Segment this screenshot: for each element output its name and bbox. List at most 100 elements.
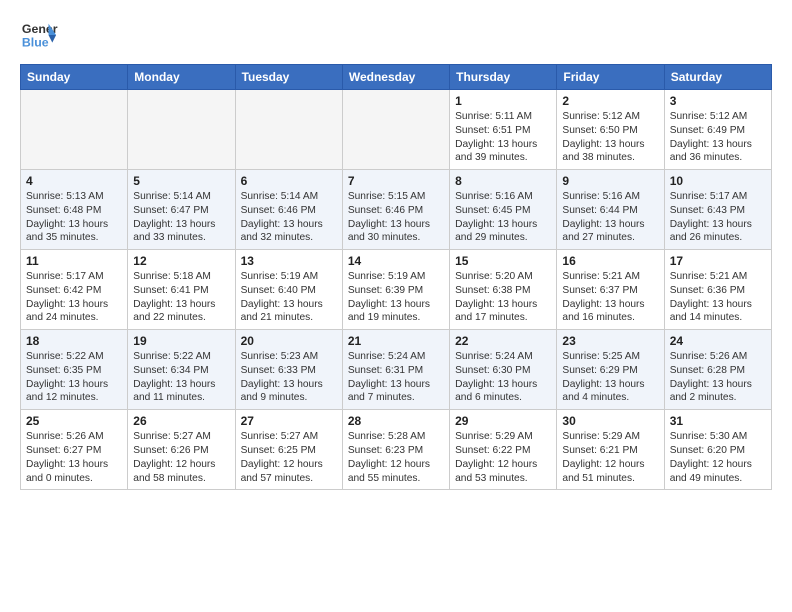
day-number: 14: [348, 254, 444, 268]
day-info: Sunrise: 5:26 AMSunset: 6:27 PMDaylight:…: [26, 430, 122, 485]
day-info: Sunrise: 5:30 AMSunset: 6:20 PMDaylight:…: [670, 430, 766, 485]
calendar-day-21: 21 Sunrise: 5:24 AMSunset: 6:31 PMDayligh…: [342, 330, 449, 410]
day-info: Sunrise: 5:21 AMSunset: 6:36 PMDaylight:…: [670, 270, 766, 325]
calendar-empty-cell: [128, 90, 235, 170]
calendar-day-2: 2Sunrise: 5:12 AMSunset: 6:50 PMDaylight…: [557, 90, 664, 170]
day-number: 28: [348, 414, 444, 428]
calendar-day-8: 8 Sunrise: 5:16 AMSunset: 6:45 PMDaylight…: [450, 170, 557, 250]
day-number: 18: [26, 334, 122, 348]
calendar-day-11: 11Sunrise: 5:17 AMSunset: 6:42 PMDayligh…: [21, 250, 128, 330]
calendar-day-26: 26 Sunrise: 5:27 AMSunset: 6:26 PMDayligh…: [128, 410, 235, 490]
day-info: Sunrise: 5:16 AMSunset: 6:45 PMDaylight:…: [455, 190, 551, 245]
day-number: 30: [562, 414, 658, 428]
day-number: 10: [670, 174, 766, 188]
weekday-header-friday: Friday: [557, 65, 664, 90]
calendar-day-6: 6Sunrise: 5:14 AMSunset: 6:46 PMDaylight…: [235, 170, 342, 250]
day-number: 17: [670, 254, 766, 268]
day-info: Sunrise: 5:18 AMSunset: 6:41 PMDaylight:…: [133, 270, 229, 325]
day-number: 24: [670, 334, 766, 348]
day-info: Sunrise: 5:14 AMSunset: 6:46 PMDaylight:…: [241, 190, 337, 245]
calendar-week-row: 18 Sunrise: 5:22 AMSunset: 6:35 PMDayligh…: [21, 330, 772, 410]
header: General Blue: [20, 16, 772, 54]
day-number: 31: [670, 414, 766, 428]
calendar-day-16: 16 Sunrise: 5:21 AMSunset: 6:37 PMDayligh…: [557, 250, 664, 330]
calendar-week-row: 11Sunrise: 5:17 AMSunset: 6:42 PMDayligh…: [21, 250, 772, 330]
day-info: Sunrise: 5:15 AMSunset: 6:46 PMDaylight:…: [348, 190, 444, 245]
day-info: Sunrise: 5:26 AMSunset: 6:28 PMDaylight:…: [670, 350, 766, 405]
weekday-header-wednesday: Wednesday: [342, 65, 449, 90]
day-info: Sunrise: 5:27 AMSunset: 6:25 PMDaylight:…: [241, 430, 337, 485]
day-info: Sunrise: 5:23 AMSunset: 6:33 PMDaylight:…: [241, 350, 337, 405]
calendar-day-19: 19Sunrise: 5:22 AMSunset: 6:34 PMDayligh…: [128, 330, 235, 410]
day-info: Sunrise: 5:25 AMSunset: 6:29 PMDaylight:…: [562, 350, 658, 405]
day-info: Sunrise: 5:21 AMSunset: 6:37 PMDaylight:…: [562, 270, 658, 325]
day-number: 16: [562, 254, 658, 268]
day-number: 4: [26, 174, 122, 188]
day-number: 9: [562, 174, 658, 188]
day-number: 1: [455, 94, 551, 108]
day-info: Sunrise: 5:19 AMSunset: 6:39 PMDaylight:…: [348, 270, 444, 325]
calendar-day-27: 27 Sunrise: 5:27 AMSunset: 6:25 PMDayligh…: [235, 410, 342, 490]
day-info: Sunrise: 5:28 AMSunset: 6:23 PMDaylight:…: [348, 430, 444, 485]
generalblue-logo-icon: General Blue: [20, 16, 58, 54]
calendar-week-row: 1 Sunrise: 5:11 AMSunset: 6:51 PMDaylight…: [21, 90, 772, 170]
day-info: Sunrise: 5:19 AMSunset: 6:40 PMDaylight:…: [241, 270, 337, 325]
day-number: 7: [348, 174, 444, 188]
day-info: Sunrise: 5:22 AMSunset: 6:35 PMDaylight:…: [26, 350, 122, 405]
day-info: Sunrise: 5:29 AMSunset: 6:22 PMDaylight:…: [455, 430, 551, 485]
calendar-day-10: 10 Sunrise: 5:17 AMSunset: 6:43 PMDayligh…: [664, 170, 771, 250]
day-number: 23: [562, 334, 658, 348]
day-number: 29: [455, 414, 551, 428]
day-number: 21: [348, 334, 444, 348]
day-number: 8: [455, 174, 551, 188]
day-info: Sunrise: 5:27 AMSunset: 6:26 PMDaylight:…: [133, 430, 229, 485]
calendar-day-4: 4Sunrise: 5:13 AMSunset: 6:48 PMDaylight…: [21, 170, 128, 250]
day-info: Sunrise: 5:17 AMSunset: 6:42 PMDaylight:…: [26, 270, 122, 325]
calendar-table: SundayMondayTuesdayWednesdayThursdayFrid…: [20, 64, 772, 490]
day-number: 3: [670, 94, 766, 108]
day-info: Sunrise: 5:11 AMSunset: 6:51 PMDaylight:…: [455, 110, 551, 165]
logo: General Blue: [20, 16, 58, 54]
day-info: Sunrise: 5:14 AMSunset: 6:47 PMDaylight:…: [133, 190, 229, 245]
calendar-day-15: 15 Sunrise: 5:20 AMSunset: 6:38 PMDayligh…: [450, 250, 557, 330]
day-info: Sunrise: 5:24 AMSunset: 6:30 PMDaylight:…: [455, 350, 551, 405]
calendar-day-14: 14 Sunrise: 5:19 AMSunset: 6:39 PMDayligh…: [342, 250, 449, 330]
weekday-header-saturday: Saturday: [664, 65, 771, 90]
calendar-day-24: 24 Sunrise: 5:26 AMSunset: 6:28 PMDayligh…: [664, 330, 771, 410]
calendar-empty-cell: [235, 90, 342, 170]
day-info: Sunrise: 5:29 AMSunset: 6:21 PMDaylight:…: [562, 430, 658, 485]
calendar-day-9: 9 Sunrise: 5:16 AMSunset: 6:44 PMDaylight…: [557, 170, 664, 250]
day-number: 15: [455, 254, 551, 268]
day-number: 13: [241, 254, 337, 268]
calendar-day-30: 30 Sunrise: 5:29 AMSunset: 6:21 PMDayligh…: [557, 410, 664, 490]
calendar-day-13: 13 Sunrise: 5:19 AMSunset: 6:40 PMDayligh…: [235, 250, 342, 330]
weekday-header-monday: Monday: [128, 65, 235, 90]
calendar-week-row: 25 Sunrise: 5:26 AMSunset: 6:27 PMDayligh…: [21, 410, 772, 490]
day-info: Sunrise: 5:16 AMSunset: 6:44 PMDaylight:…: [562, 190, 658, 245]
day-number: 25: [26, 414, 122, 428]
day-number: 19: [133, 334, 229, 348]
day-info: Sunrise: 5:20 AMSunset: 6:38 PMDaylight:…: [455, 270, 551, 325]
calendar-empty-cell: [21, 90, 128, 170]
calendar-day-25: 25 Sunrise: 5:26 AMSunset: 6:27 PMDayligh…: [21, 410, 128, 490]
calendar-day-28: 28 Sunrise: 5:28 AMSunset: 6:23 PMDayligh…: [342, 410, 449, 490]
day-info: Sunrise: 5:17 AMSunset: 6:43 PMDaylight:…: [670, 190, 766, 245]
weekday-header-sunday: Sunday: [21, 65, 128, 90]
calendar-day-5: 5Sunrise: 5:14 AMSunset: 6:47 PMDaylight…: [128, 170, 235, 250]
day-number: 12: [133, 254, 229, 268]
calendar-empty-cell: [342, 90, 449, 170]
calendar-day-18: 18 Sunrise: 5:22 AMSunset: 6:35 PMDayligh…: [21, 330, 128, 410]
day-number: 26: [133, 414, 229, 428]
calendar-day-1: 1 Sunrise: 5:11 AMSunset: 6:51 PMDaylight…: [450, 90, 557, 170]
day-number: 20: [241, 334, 337, 348]
day-number: 22: [455, 334, 551, 348]
day-info: Sunrise: 5:24 AMSunset: 6:31 PMDaylight:…: [348, 350, 444, 405]
calendar-day-3: 3 Sunrise: 5:12 AMSunset: 6:49 PMDaylight…: [664, 90, 771, 170]
day-number: 27: [241, 414, 337, 428]
calendar-day-7: 7 Sunrise: 5:15 AMSunset: 6:46 PMDaylight…: [342, 170, 449, 250]
calendar-day-17: 17 Sunrise: 5:21 AMSunset: 6:36 PMDayligh…: [664, 250, 771, 330]
svg-text:Blue: Blue: [22, 35, 49, 49]
day-info: Sunrise: 5:12 AMSunset: 6:49 PMDaylight:…: [670, 110, 766, 165]
calendar-day-22: 22 Sunrise: 5:24 AMSunset: 6:30 PMDayligh…: [450, 330, 557, 410]
calendar-day-31: 31 Sunrise: 5:30 AMSunset: 6:20 PMDayligh…: [664, 410, 771, 490]
